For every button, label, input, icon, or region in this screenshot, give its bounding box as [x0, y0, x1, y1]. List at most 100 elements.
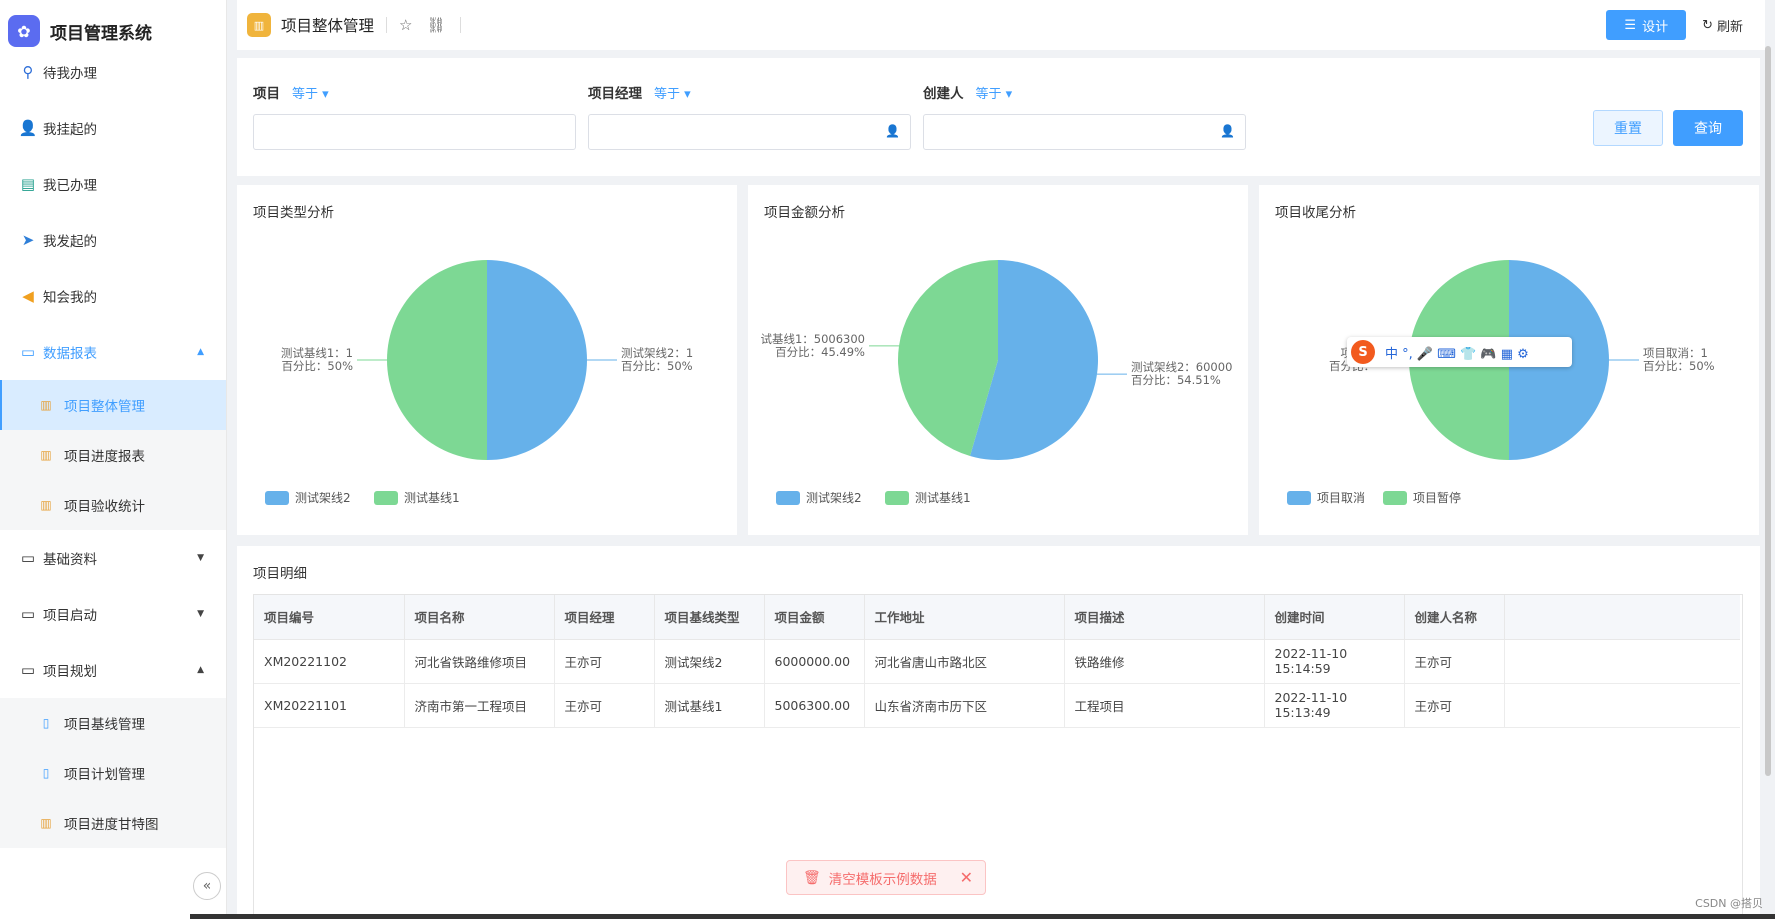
- collapse-sidebar-button[interactable]: «: [193, 872, 221, 900]
- clear-sample-toast: 🗑 清空模板示例数据 ✕: [786, 860, 986, 895]
- legend-label[interactable]: 测试基线1: [404, 490, 460, 505]
- project-input[interactable]: [253, 114, 576, 150]
- sidebar-item-acceptance-stats[interactable]: ▥ 项目验收统计: [0, 480, 226, 530]
- ime-status[interactable]: 中 °, 🎤 ⌨ 👕 🎮 ▦ ⚙: [1385, 343, 1529, 362]
- pie-slice[interactable]: [487, 260, 587, 460]
- page-header: ▥ 项目整体管理 ☆ ⛓ ☰ 设计 ↻ 刷新: [237, 0, 1765, 50]
- slice-label: 项目取消：1: [1643, 346, 1708, 360]
- slice-label: 试基线1：5006300: [760, 332, 865, 346]
- legend-label[interactable]: 测试架线2: [806, 490, 862, 505]
- chart-card-amount: 项目金额分析 测试架线2：60000 百分比：54.51% 试基线1：5006300…: [748, 185, 1248, 535]
- star-icon[interactable]: ☆: [399, 16, 412, 34]
- sidebar-item-todo[interactable]: ⚲ 待我办理: [0, 44, 226, 100]
- filter-label: 项目经理: [588, 86, 642, 102]
- sidebar-item-suspended[interactable]: 👤 我挂起的: [0, 100, 226, 156]
- pie-slice[interactable]: [387, 260, 487, 460]
- legend-label[interactable]: 项目取消: [1317, 491, 1365, 505]
- table-row[interactable]: XM20221101 济南市第一工程项目 王亦可 测试基线1 5006300.0…: [254, 683, 1740, 728]
- legend-swatch[interactable]: [265, 491, 289, 505]
- column-header[interactable]: 工作地址: [864, 595, 1065, 640]
- person-icon[interactable]: 👤: [885, 124, 900, 138]
- folder-icon: ▭: [20, 605, 36, 623]
- sidebar-item-initiated[interactable]: ➤ 我发起的: [0, 212, 226, 268]
- sidebar-item-done[interactable]: ▤ 我已办理: [0, 156, 226, 212]
- page-scrollbar[interactable]: [1765, 46, 1771, 776]
- sidebar-item-plan[interactable]: ▯ 项目计划管理: [0, 748, 226, 798]
- query-button[interactable]: 查询: [1673, 110, 1743, 146]
- close-icon[interactable]: ✕: [960, 868, 973, 887]
- ime-toolbar[interactable]: S 中 °, 🎤 ⌨ 👕 🎮 ▦ ⚙: [1347, 337, 1572, 367]
- slice-label: 测试基线1：1: [281, 346, 353, 360]
- sidebar-group-project-plan[interactable]: ▭ 项目规划 ▲: [0, 642, 226, 698]
- caret-up-icon: ▲: [197, 347, 204, 357]
- cell: 王亦可: [554, 639, 655, 684]
- sidebar-group-reports[interactable]: ▭ 数据报表 ▲: [0, 324, 226, 380]
- page-title: 项目整体管理: [281, 17, 375, 35]
- sidebar-item-gantt[interactable]: ▥ 项目进度甘特图: [0, 798, 226, 848]
- link-icon[interactable]: ⛓: [426, 16, 445, 34]
- sidebar-item-progress-report[interactable]: ▥ 项目进度报表: [0, 430, 226, 480]
- person-icon[interactable]: 👤: [1220, 124, 1235, 138]
- creator-input[interactable]: 👤: [923, 114, 1246, 150]
- document-icon: ▯: [42, 766, 50, 780]
- slice-label: 测试架线2：60000: [1131, 360, 1232, 374]
- column-header[interactable]: 创建时间: [1264, 595, 1405, 640]
- cell: XM20221101: [254, 683, 405, 728]
- column-header[interactable]: 项目经理: [554, 595, 655, 640]
- legend-swatch[interactable]: [1287, 491, 1311, 505]
- sidebar: ✿ 项目管理系统 ⚲ 待我办理 👤 我挂起的 ▤ 我已办理 ➤ 我发起的 ◀ 知会我的 ▭…: [0, 0, 227, 919]
- operator-select[interactable]: 等于 ▾: [292, 83, 329, 102]
- sogou-logo-icon[interactable]: S: [1351, 340, 1375, 364]
- app-logo-icon: ✿: [8, 15, 40, 47]
- sidebar-group-basic-data[interactable]: ▭ 基础资料 ▼: [0, 530, 226, 586]
- header-actions: ☰ 设计 ↻ 刷新: [1606, 10, 1743, 40]
- table-row[interactable]: XM20221102 河北省铁路维修项目 王亦可 测试架线2 6000000.0…: [254, 639, 1740, 684]
- cell: 2022-11-10 15:14:59: [1264, 639, 1405, 684]
- table-title: 项目明细: [253, 566, 307, 582]
- legend-swatch[interactable]: [374, 491, 398, 505]
- sidebar-item-baseline[interactable]: ▯ 项目基线管理: [0, 698, 226, 748]
- slice-percent-label: 百分比：54.51%: [1131, 373, 1221, 387]
- manager-input[interactable]: 👤: [588, 114, 911, 150]
- slice-label: 测试架线2：1: [621, 346, 693, 360]
- column-header[interactable]: 创建人名称: [1404, 595, 1505, 640]
- report-icon: ▥: [247, 13, 271, 37]
- pie-chart-amount: 测试架线2：60000百分比：54.51% 试基线1：5006300百分比：45.…: [760, 260, 1232, 505]
- operator-select[interactable]: 等于 ▾: [654, 83, 691, 102]
- caret-down-icon: ▼: [197, 609, 204, 619]
- detail-table: 项目编号 项目名称 项目经理 项目基线类型 项目金额 工作地址 项目描述 创建时…: [254, 595, 1740, 728]
- sidebar-item-project-overall[interactable]: ▥ 项目整体管理: [0, 380, 226, 430]
- cell: 河北省铁路维修项目: [404, 639, 555, 684]
- legend-swatch[interactable]: [885, 491, 909, 505]
- slice-percent-label: 百分比：50%: [281, 359, 353, 373]
- column-header-filler: [1504, 595, 1740, 640]
- toast-message[interactable]: 清空模板示例数据: [829, 868, 937, 888]
- legend-label[interactable]: 测试基线1: [915, 490, 971, 505]
- legend-swatch[interactable]: [776, 491, 800, 505]
- reset-button[interactable]: 重置: [1593, 110, 1663, 146]
- cell: 济南市第一工程项目: [404, 683, 555, 728]
- watermark: CSDN @搭贝: [1695, 897, 1763, 910]
- legend-swatch[interactable]: [1383, 491, 1407, 505]
- column-header[interactable]: 项目描述: [1064, 595, 1265, 640]
- slice-percent-label: 百分比：50%: [621, 359, 693, 373]
- refresh-button[interactable]: ↻ 刷新: [1702, 16, 1743, 35]
- legend-label[interactable]: 测试架线2: [295, 490, 351, 505]
- cell-filler: [1504, 639, 1740, 684]
- cell: 工程项目: [1064, 683, 1265, 728]
- legend-label[interactable]: 项目暂停: [1413, 490, 1461, 505]
- cell: 铁路维修: [1064, 639, 1265, 684]
- sidebar-item-notify[interactable]: ◀ 知会我的: [0, 268, 226, 324]
- cell-filler: [1504, 683, 1740, 728]
- column-header[interactable]: 项目名称: [404, 595, 555, 640]
- document-icon: ▯: [42, 716, 50, 730]
- app-title: 项目管理系统: [50, 23, 152, 44]
- column-header[interactable]: 项目编号: [254, 595, 405, 640]
- sidebar-group-project-start[interactable]: ▭ 项目启动 ▼: [0, 586, 226, 642]
- operator-select[interactable]: 等于 ▾: [976, 83, 1013, 102]
- filter-project: 项目 等于 ▾: [253, 82, 576, 150]
- column-header[interactable]: 项目基线类型: [654, 595, 765, 640]
- column-header[interactable]: 项目金额: [764, 595, 865, 640]
- design-button[interactable]: ☰ 设计: [1606, 10, 1687, 40]
- folder-icon: ▭: [20, 549, 36, 567]
